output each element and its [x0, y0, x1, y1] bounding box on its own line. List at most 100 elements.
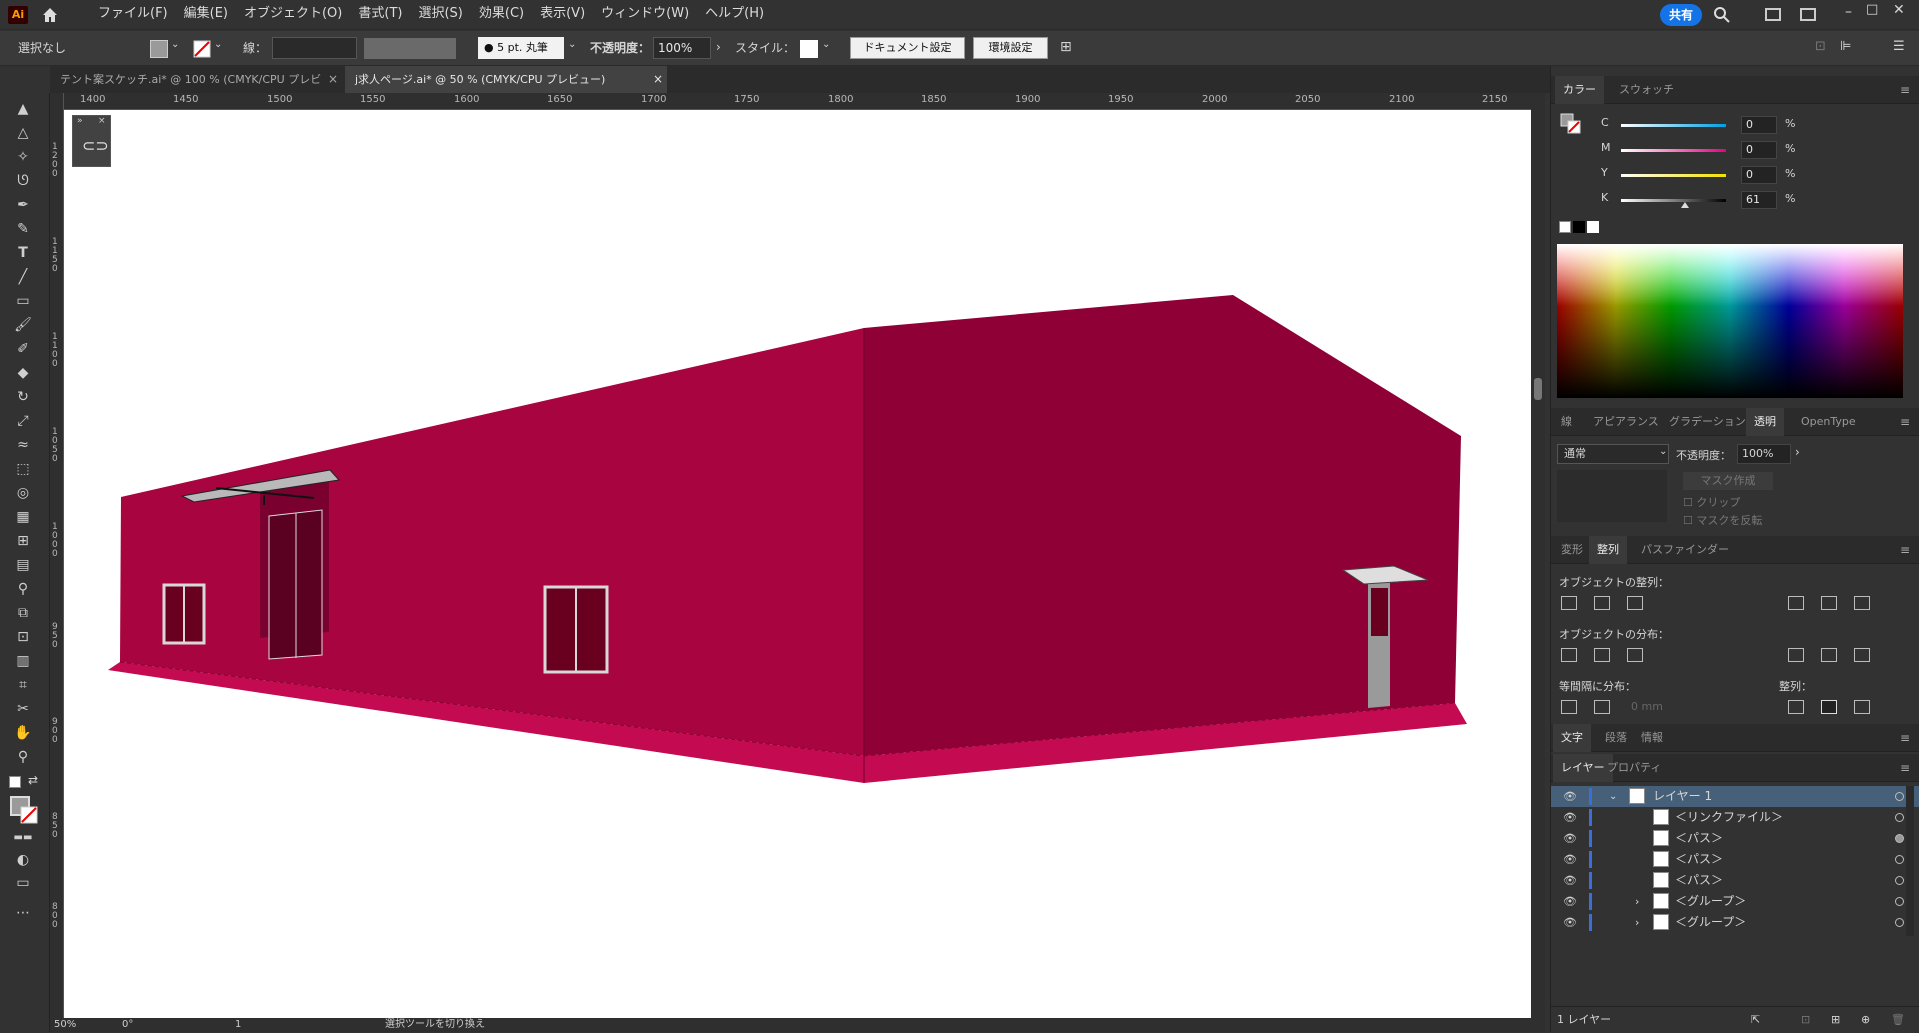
blend-tool-icon[interactable]: ⧉: [12, 603, 34, 623]
layers-scrollbar[interactable]: [1906, 786, 1914, 936]
artboard-number[interactable]: 1: [235, 1018, 241, 1032]
layer-item[interactable]: 👁 › ＜グループ＞: [1551, 891, 1919, 912]
layer-item[interactable]: 👁 ＜パス＞: [1551, 828, 1919, 849]
layer-row[interactable]: 👁 ⌄ レイヤー 1: [1551, 786, 1919, 807]
zoom-tool-icon[interactable]: ⚲: [12, 747, 34, 767]
panel-menu-icon[interactable]: ☰: [1893, 39, 1905, 54]
lasso-icon[interactable]: ᘎ: [12, 171, 34, 191]
distribute-hcenter-icon[interactable]: [1821, 648, 1837, 662]
target-circle-icon[interactable]: [1895, 813, 1904, 822]
rotation-angle[interactable]: 0°: [122, 1018, 133, 1032]
magenta-track[interactable]: [1621, 149, 1726, 152]
fill-swatch[interactable]: [150, 40, 168, 58]
target-circle-icon[interactable]: [1895, 855, 1904, 864]
align-to-artboard-icon[interactable]: [1821, 700, 1837, 714]
black-slider-handle[interactable]: [1681, 202, 1689, 208]
graph-tool-icon[interactable]: ▥: [12, 651, 34, 671]
shaper-tool-icon[interactable]: ✐: [12, 339, 34, 359]
brush-definition[interactable]: ● 5 pt. 丸筆: [478, 37, 564, 59]
tab-info[interactable]: 情報: [1633, 724, 1671, 752]
none-swatch[interactable]: [1559, 221, 1571, 233]
tab-properties[interactable]: プロパティ: [1599, 754, 1669, 782]
tab-character[interactable]: 文字: [1553, 724, 1591, 752]
warp-tool-icon[interactable]: ≈: [12, 435, 34, 455]
yellow-value[interactable]: 0: [1741, 166, 1777, 184]
document-setup-button[interactable]: ドキュメント設定: [850, 37, 965, 59]
distribute-top-icon[interactable]: [1561, 648, 1577, 662]
locate-object-icon[interactable]: ⇱: [1751, 1007, 1760, 1033]
cyan-track[interactable]: [1621, 124, 1726, 127]
tab-stroke[interactable]: 線: [1553, 408, 1580, 436]
blend-mode-select[interactable]: 通常: [1557, 444, 1669, 464]
target-circle-icon[interactable]: [1895, 876, 1904, 885]
layer-item[interactable]: 👁 › ＜グループ＞: [1551, 912, 1919, 933]
chevron-right-icon[interactable]: ›: [1635, 912, 1639, 933]
arrange-icon[interactable]: [1800, 8, 1816, 21]
graphic-style-swatch[interactable]: [800, 40, 818, 58]
free-transform-icon[interactable]: ⬚: [12, 459, 34, 479]
line-tool-icon[interactable]: ╱: [12, 267, 34, 287]
chevron-down-icon[interactable]: ⌄: [822, 39, 830, 50]
paintbrush-icon[interactable]: 🖌: [12, 315, 34, 335]
distribute-right-icon[interactable]: [1854, 648, 1870, 662]
eye-icon[interactable]: 👁: [1563, 849, 1577, 870]
panel-menu-icon[interactable]: ≡: [1900, 761, 1912, 775]
slice-tool-icon[interactable]: ✂: [12, 699, 34, 719]
direct-selection-tool-icon[interactable]: △: [12, 123, 34, 143]
transform-icon[interactable]: ⊡: [1815, 39, 1826, 54]
align-hcenter-icon[interactable]: [1594, 596, 1610, 610]
magenta-value[interactable]: 0: [1741, 141, 1777, 159]
color-spectrum[interactable]: [1557, 244, 1903, 398]
distribute-bottom-icon[interactable]: [1627, 648, 1643, 662]
preferences-button[interactable]: 環境設定: [973, 37, 1048, 59]
align-icon[interactable]: ⊫: [1840, 39, 1851, 54]
chevron-down-icon[interactable]: ⌄: [214, 39, 222, 50]
new-sublayer-icon[interactable]: ⊞: [1831, 1007, 1840, 1033]
shape-builder-icon[interactable]: ◎: [12, 483, 34, 503]
building-illustration[interactable]: [64, 110, 1531, 1018]
invert-mask-checkbox[interactable]: ☐ マスクを反転: [1683, 512, 1762, 528]
clip-checkbox[interactable]: ☐ クリップ: [1683, 494, 1740, 510]
layer-item[interactable]: 👁 ＜パス＞: [1551, 849, 1919, 870]
variable-width-profile[interactable]: [364, 38, 456, 59]
menu-object[interactable]: オブジェクト(O): [236, 0, 350, 30]
chevron-down-icon[interactable]: ⌄: [171, 39, 179, 50]
eye-icon[interactable]: 👁: [1563, 870, 1577, 891]
align-bottom-icon[interactable]: [1854, 596, 1870, 610]
vertical-scrollbar[interactable]: [1531, 93, 1545, 1018]
panel-menu-icon[interactable]: ≡: [1900, 415, 1912, 429]
chevron-down-icon[interactable]: ⌄: [1609, 786, 1617, 807]
eye-icon[interactable]: 👁: [1563, 912, 1577, 933]
cyan-value[interactable]: 0: [1741, 116, 1777, 134]
align-top-icon[interactable]: [1788, 596, 1804, 610]
tab-swatches[interactable]: スウォッチ: [1611, 76, 1682, 104]
opacity-field[interactable]: 100%: [1737, 444, 1791, 464]
eye-icon[interactable]: 👁: [1563, 891, 1577, 912]
target-circle-icon[interactable]: [1895, 834, 1904, 843]
clipping-mask-icon[interactable]: ⊡: [1801, 1007, 1810, 1033]
trash-icon[interactable]: 🗑: [1891, 1007, 1905, 1033]
panel-menu-icon[interactable]: ≡: [1900, 731, 1912, 745]
stroke-weight-field[interactable]: [272, 37, 357, 59]
align-to-selection-icon[interactable]: [1788, 700, 1804, 714]
align-right-icon[interactable]: [1627, 596, 1643, 610]
eraser-icon[interactable]: ◆: [12, 363, 34, 383]
swap-colors-icon[interactable]: ⇄: [28, 773, 38, 787]
menu-view[interactable]: 表示(V): [532, 0, 593, 30]
home-icon[interactable]: [40, 5, 60, 25]
stroke-color-icon[interactable]: [20, 806, 38, 824]
menu-edit[interactable]: 編集(E): [176, 0, 236, 30]
menu-select[interactable]: 選択(S): [410, 0, 470, 30]
target-circle-icon[interactable]: [1895, 918, 1904, 927]
workspace-icon[interactable]: [1765, 8, 1781, 21]
tab-color[interactable]: カラー: [1555, 76, 1604, 104]
chevron-down-icon[interactable]: ⌄: [568, 39, 576, 50]
layer-item[interactable]: 👁 ＜リンクファイル＞: [1551, 807, 1919, 828]
item-name[interactable]: ＜リンクファイル＞: [1675, 807, 1783, 828]
magic-wand-icon[interactable]: ✧: [12, 147, 34, 167]
default-colors-icon[interactable]: [9, 776, 21, 788]
chevron-right-icon[interactable]: ›: [716, 40, 721, 54]
item-name[interactable]: ＜グループ＞: [1675, 891, 1746, 912]
menu-type[interactable]: 書式(T): [350, 0, 410, 30]
item-name[interactable]: ＜パス＞: [1675, 828, 1723, 849]
